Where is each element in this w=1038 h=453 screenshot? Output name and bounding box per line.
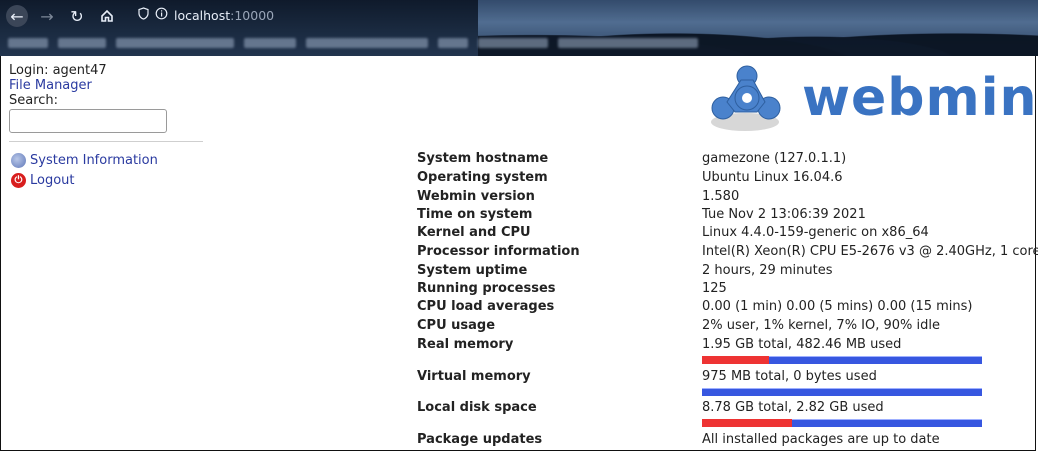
webmin-logo: webmin xyxy=(707,64,1037,136)
info-label: Package updates xyxy=(417,432,543,447)
info-value: 125 xyxy=(702,281,727,296)
bookmarks-bar xyxy=(8,35,698,51)
info-value: 975 MB total, 0 bytes used xyxy=(702,369,877,384)
system-info-icon xyxy=(11,152,26,168)
url-port: :10000 xyxy=(230,7,275,23)
left-menu: System Information ⏻ Logout xyxy=(11,150,158,190)
info-label: CPU usage xyxy=(417,318,496,333)
browser-toolbar: ← → ↻ localhost:10000 xyxy=(0,0,1038,56)
info-value: gamezone (127.0.1.1) xyxy=(702,151,847,166)
bookmark-item[interactable] xyxy=(244,38,296,48)
url-host: localhost xyxy=(174,7,231,23)
info-icon[interactable] xyxy=(155,7,168,23)
disk-space-bar xyxy=(702,419,982,427)
info-label: Kernel and CPU xyxy=(417,225,531,240)
info-value: 0.00 (1 min) 0.00 (5 mins) 0.00 (15 mins… xyxy=(702,299,973,314)
real-memory-bar xyxy=(702,356,982,364)
menu-item-system-information[interactable]: System Information xyxy=(11,150,158,170)
logout-icon: ⏻ xyxy=(11,172,26,188)
info-value: 1.95 GB total, 482.46 MB used xyxy=(702,337,902,352)
usage-fill xyxy=(702,356,770,364)
left-divider xyxy=(9,141,203,142)
info-label: Time on system xyxy=(417,207,533,222)
left-frame: Login: agent47 File Manager Search: xyxy=(9,63,205,133)
bookmark-item[interactable] xyxy=(438,38,468,48)
reload-icon[interactable]: ↻ xyxy=(66,5,88,27)
info-label: Running processes xyxy=(417,281,556,296)
info-label: Virtual memory xyxy=(417,369,531,384)
bookmark-item[interactable] xyxy=(306,38,428,48)
info-label: System hostname xyxy=(417,151,549,166)
bookmark-item[interactable] xyxy=(58,38,106,48)
webmin-logo-icon xyxy=(711,65,781,131)
info-value: All installed packages are up to date xyxy=(702,432,940,447)
info-value: Ubuntu Linux 16.04.6 xyxy=(702,170,843,185)
bookmark-item[interactable] xyxy=(8,38,48,48)
info-value: 2 hours, 29 minutes xyxy=(702,263,833,278)
info-value: Intel(R) Xeon(R) CPU E5-2676 v3 @ 2.40GH… xyxy=(702,244,1038,259)
back-icon[interactable]: ← xyxy=(6,5,28,27)
bookmark-item[interactable] xyxy=(478,38,548,48)
address-bar[interactable]: localhost:10000 xyxy=(138,7,274,23)
info-label: Real memory xyxy=(417,337,514,352)
menu-item-logout[interactable]: ⏻ Logout xyxy=(11,170,158,190)
menu-item-label[interactable]: Logout xyxy=(30,173,75,188)
menu-item-label[interactable]: System Information xyxy=(30,153,158,168)
login-text: Login: agent47 xyxy=(9,63,107,78)
bookmark-item[interactable] xyxy=(558,38,698,48)
bookmark-item[interactable] xyxy=(116,38,234,48)
info-value: 1.580 xyxy=(702,189,740,204)
info-value: Tue Nov 2 13:06:39 2021 xyxy=(702,207,866,222)
info-value: 8.78 GB total, 2.82 GB used xyxy=(702,400,884,415)
info-label: CPU load averages xyxy=(417,299,555,314)
search-input[interactable] xyxy=(9,109,167,133)
info-label: Operating system xyxy=(417,170,548,185)
info-label: Local disk space xyxy=(417,400,537,415)
search-label: Search: xyxy=(9,93,59,108)
webmin-logo-text: webmin xyxy=(802,68,1038,128)
info-label: Processor information xyxy=(417,244,580,259)
home-icon[interactable] xyxy=(96,5,118,27)
info-value: Linux 4.4.0-159-generic on x86_64 xyxy=(702,225,929,240)
info-label: Webmin version xyxy=(417,189,535,204)
file-manager-link[interactable]: File Manager xyxy=(9,78,205,93)
shield-icon[interactable] xyxy=(138,7,149,23)
info-value: 2% user, 1% kernel, 7% IO, 90% idle xyxy=(702,318,941,333)
usage-fill xyxy=(702,419,792,427)
nav-buttons: ← → ↻ xyxy=(6,4,118,28)
forward-icon[interactable]: → xyxy=(36,5,58,27)
virtual-memory-bar xyxy=(702,388,982,396)
info-label: System uptime xyxy=(417,263,528,278)
